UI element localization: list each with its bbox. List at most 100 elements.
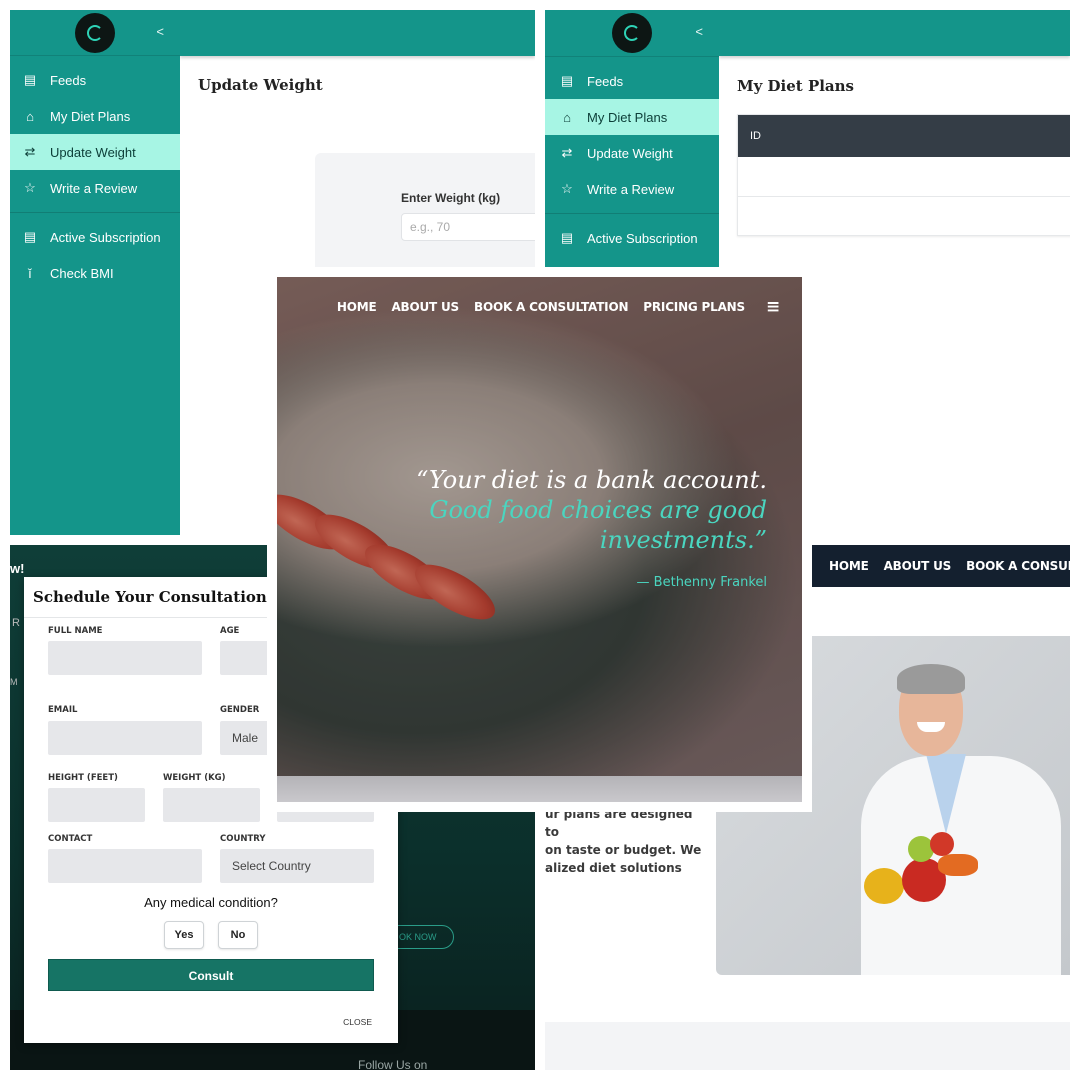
quote-line: Good food choices are good	[429, 496, 767, 524]
email-label: EMAIL	[48, 705, 78, 715]
yellow-pepper	[864, 868, 904, 904]
full-name-input[interactable]	[48, 641, 202, 675]
nav-about[interactable]: ABOUT US	[391, 300, 459, 314]
star-icon: ☆	[561, 181, 573, 196]
sidebar-item-update-weight[interactable]: ⇄ Update Weight	[545, 135, 719, 171]
sidebar-header: <	[10, 10, 180, 56]
document-icon: ▤	[23, 72, 37, 87]
diet-plans-table: ID	[737, 114, 1070, 236]
diet-plans-screen: < ▤ Feeds ⌂ My Diet Plans ⇄ Update Weight ☆…	[545, 10, 1070, 267]
sidebar-item-subscription[interactable]: ▤ Active Subscription	[545, 220, 719, 256]
top-bar	[719, 10, 1070, 56]
no-button[interactable]: No	[218, 921, 258, 949]
contact-input[interactable]	[48, 849, 202, 883]
sidebar-divider	[10, 212, 180, 213]
sidebar-item-label: Feeds	[587, 73, 624, 89]
sidebar-item-label: Write a Review	[50, 180, 138, 196]
sidebar-divider	[545, 213, 719, 214]
intro-text: ur plans are designed to on taste or bud…	[545, 805, 705, 877]
text-fragment: R	[12, 617, 20, 629]
follow-us-text: Follow Us on	[358, 1058, 428, 1070]
email-input[interactable]	[48, 721, 202, 755]
height-input[interactable]	[48, 788, 145, 822]
sidebar-item-label: Update Weight	[587, 145, 673, 161]
age-label: AGE	[220, 626, 240, 636]
sidebar-item-label: Update Weight	[50, 144, 136, 160]
medical-condition-question: Any medical condition?	[144, 895, 278, 910]
home-icon: ⌂	[26, 108, 34, 124]
footer-strip	[545, 1022, 1070, 1070]
country-select[interactable]: Select Country	[220, 849, 374, 883]
intro-line: ur plans are designed to	[545, 807, 693, 839]
nav-book[interactable]: BOOK A CONSULTATION	[474, 300, 628, 314]
sidebar-item-update-weight[interactable]: ⇄ Update Weight	[10, 134, 180, 170]
app-logo[interactable]	[612, 13, 652, 53]
weight-form-card: Enter Weight (kg) e.g., 70	[315, 153, 535, 283]
top-bar	[180, 10, 535, 56]
modal-title: Schedule Your Consultation	[33, 588, 267, 606]
hero-quote: “Your diet is a bank account. Good food …	[367, 465, 767, 555]
quote-line: investments.”	[599, 526, 767, 554]
table-row[interactable]	[738, 157, 1070, 197]
carrots	[938, 854, 978, 876]
hero-nav: HOME ABOUT US BOOK A CONSULTATION PRICIN…	[337, 297, 780, 317]
sidebar-item-label: Feeds	[50, 72, 87, 88]
collapse-sidebar-icon[interactable]: <	[156, 24, 164, 39]
sidebar: < ▤ Feeds ⌂ My Diet Plans ⇄ Update Weight ☆…	[545, 10, 719, 267]
yes-button[interactable]: Yes	[164, 921, 204, 949]
weight-input[interactable]	[163, 788, 260, 822]
sidebar-item-label: Check BMI	[50, 265, 114, 281]
menu-icon[interactable]: ≡	[766, 297, 780, 317]
page-title: My Diet Plans	[737, 77, 854, 95]
nav-about[interactable]: ABOUT US	[884, 559, 952, 573]
weight-input[interactable]: e.g., 70	[401, 213, 535, 241]
logo-mark-icon	[624, 25, 640, 41]
sidebar-item-diet-plans[interactable]: ⌂ My Diet Plans	[10, 98, 180, 134]
quote-author: — Bethenny Frankel	[636, 575, 767, 590]
weight-field-label: Enter Weight (kg)	[401, 191, 501, 205]
star-icon: ☆	[24, 180, 36, 195]
nav-book[interactable]: BOOK A CONSULTAT	[966, 559, 1070, 573]
file-icon: ▤	[560, 230, 574, 245]
intro-line: on taste or budget. We	[545, 843, 702, 857]
full-name-label: FULL NAME	[48, 626, 103, 636]
nav-home[interactable]: HOME	[337, 300, 377, 314]
hero-bottom-strip	[277, 776, 802, 802]
home-icon: ⌂	[563, 109, 571, 125]
page-title: Update Weight	[198, 76, 323, 94]
sidebar-item-label: Write a Review	[587, 181, 675, 197]
sidebar-item-label: Active Subscription	[50, 229, 161, 245]
sidebar-item-subscription[interactable]: ▤ Active Subscription	[10, 219, 180, 255]
quote-line: “Your diet is a bank account.	[416, 466, 767, 494]
sidebar-item-feeds[interactable]: ▤ Feeds	[545, 63, 719, 99]
sidebar-item-review[interactable]: ☆ Write a Review	[545, 171, 719, 207]
doctor-hair	[897, 664, 965, 694]
consult-button[interactable]: Consult	[48, 959, 374, 991]
intro-line: alized diet solutions	[545, 861, 682, 875]
close-button[interactable]: CLOSE	[343, 1017, 372, 1027]
nav-pricing[interactable]: PRICING PLANS	[643, 300, 745, 314]
file-icon: ▤	[23, 229, 37, 244]
contact-label: CONTACT	[48, 834, 93, 844]
sidebar-item-feeds[interactable]: ▤ Feeds	[10, 62, 180, 98]
gender-label: GENDER	[220, 705, 260, 715]
table-header-id[interactable]: ID	[738, 115, 1070, 157]
table-row[interactable]	[738, 197, 1070, 237]
sidebar-item-label: My Diet Plans	[587, 109, 668, 125]
red-apple	[930, 832, 954, 856]
document-icon: ▤	[560, 73, 574, 88]
swap-icon: ⇄	[561, 145, 573, 160]
sidebar-item-diet-plans[interactable]: ⌂ My Diet Plans	[545, 99, 719, 135]
text-fragment: M	[10, 677, 18, 687]
sidebar-item-bmi[interactable]: ǐ Check BMI	[10, 255, 180, 291]
person-icon: ǐ	[28, 265, 32, 281]
nav-home[interactable]: HOME	[829, 559, 869, 573]
height-label: HEIGHT (FEET)	[48, 773, 118, 783]
country-label: COUNTRY	[220, 834, 266, 844]
collapse-sidebar-icon[interactable]: <	[695, 24, 703, 39]
quote-hero: HOME ABOUT US BOOK A CONSULTATION PRICIN…	[277, 277, 802, 802]
app-logo[interactable]	[75, 12, 115, 53]
sidebar: < ▤ Feeds ⌂ My Diet Plans ⇄ Update Weight ☆…	[10, 10, 180, 535]
sidebar-item-review[interactable]: ☆ Write a Review	[10, 170, 180, 206]
swap-icon: ⇄	[24, 144, 36, 159]
